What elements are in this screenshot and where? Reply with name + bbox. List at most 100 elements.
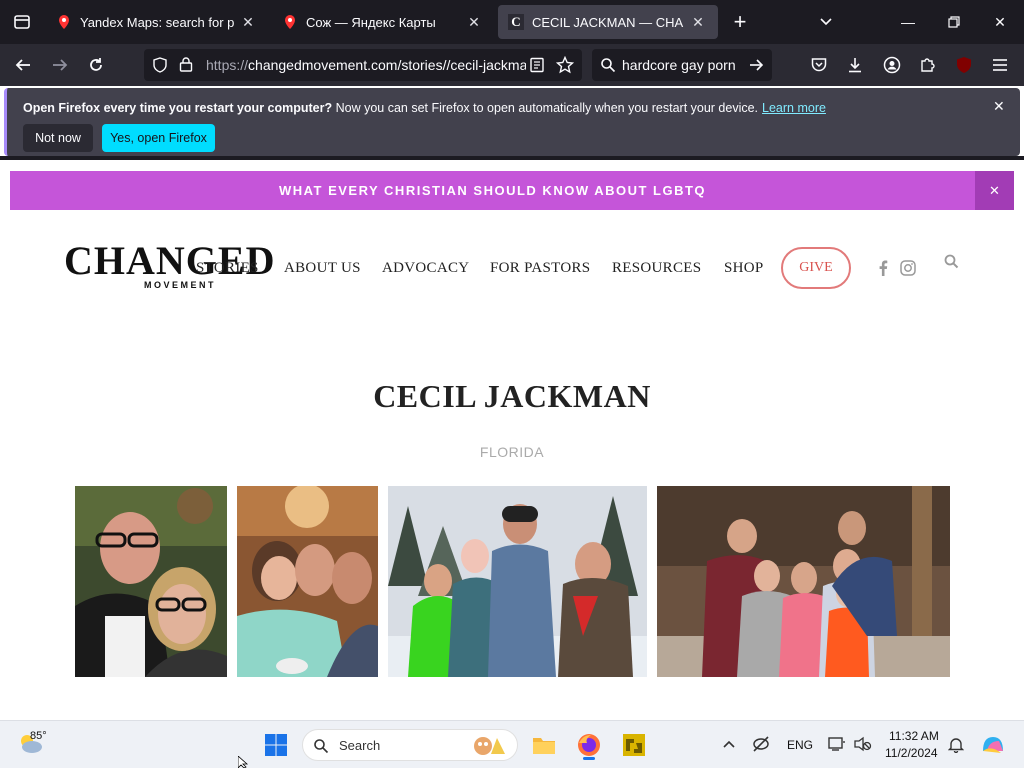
search-highlight-icon bbox=[474, 737, 505, 755]
facebook-icon[interactable] bbox=[878, 260, 888, 280]
new-tab-button[interactable]: + bbox=[728, 8, 752, 36]
display-icon[interactable] bbox=[828, 736, 846, 755]
url-scheme: https:// bbox=[206, 57, 249, 73]
close-tab-icon[interactable]: ✕ bbox=[688, 14, 708, 31]
page-title: CECIL JACKMAN bbox=[373, 378, 651, 414]
tab-sozh-yandex[interactable]: Сож — Яндекс Карты ✕ bbox=[272, 5, 494, 39]
copilot-icon bbox=[983, 737, 1003, 753]
nav-link-about[interactable]: ABOUT US bbox=[284, 260, 361, 277]
tab-cecil-jackman[interactable]: C CECIL JACKMAN — CHANGED ✕ bbox=[498, 5, 718, 39]
weather-temperature: 85° bbox=[30, 730, 47, 742]
list-all-tabs-button[interactable] bbox=[814, 10, 838, 34]
reader-view-icon[interactable] bbox=[529, 57, 545, 73]
yes-open-firefox-button[interactable]: Yes, open Firefox bbox=[102, 124, 215, 152]
url-host-path: changedmovement.com/stories//cecil-jackm… bbox=[248, 57, 526, 73]
language-indicator[interactable]: ENG bbox=[787, 738, 813, 752]
map-pin-icon bbox=[285, 15, 295, 29]
announcement-banner[interactable]: WHAT EVERY CHRISTIAN SHOULD KNOW ABOUT L… bbox=[10, 171, 1014, 210]
reload-icon bbox=[90, 58, 102, 71]
shield-icon[interactable] bbox=[152, 57, 168, 73]
go-arrow-icon[interactable] bbox=[748, 57, 764, 73]
photo-couple bbox=[75, 486, 227, 677]
nav-link-shop[interactable]: SHOP bbox=[724, 260, 764, 277]
restore-button[interactable] bbox=[942, 10, 966, 34]
back-button[interactable] bbox=[10, 52, 36, 78]
tab-yandex-maps[interactable]: Yandex Maps: search for places ✕ bbox=[46, 5, 268, 39]
file-explorer-button[interactable] bbox=[530, 731, 558, 759]
show-hidden-icons-button[interactable] bbox=[722, 737, 736, 754]
close-banner-button[interactable]: ✕ bbox=[975, 171, 1014, 210]
notification-text: Now you can set Firefox to open automati… bbox=[332, 101, 759, 115]
mouse-cursor-icon bbox=[238, 756, 249, 768]
start-button[interactable] bbox=[262, 731, 290, 759]
ublock-button[interactable] bbox=[951, 52, 977, 78]
nav-link-stories[interactable]: STORIES bbox=[196, 260, 259, 277]
site-search-icon[interactable] bbox=[944, 254, 959, 273]
search-bar[interactable]: hardcore gay porn bbox=[592, 49, 772, 81]
reload-button[interactable] bbox=[83, 52, 109, 78]
ublock-shield-icon bbox=[957, 57, 971, 73]
firefox-view-button[interactable] bbox=[0, 0, 44, 44]
close-notification-icon[interactable]: ✕ bbox=[993, 98, 1005, 115]
nav-link-advocacy[interactable]: ADVOCACY bbox=[382, 260, 469, 277]
app-menu-button[interactable] bbox=[987, 52, 1013, 78]
learn-more-link[interactable]: Learn more bbox=[762, 101, 826, 115]
weather-widget[interactable]: 85° bbox=[16, 729, 47, 762]
nav-link-pastors[interactable]: FOR PASTORS bbox=[490, 260, 590, 277]
search-query-text[interactable]: hardcore gay porn bbox=[622, 57, 736, 73]
photo-family-restaurant bbox=[237, 486, 378, 677]
folder-icon bbox=[533, 738, 555, 754]
lock-icon[interactable] bbox=[178, 56, 194, 73]
active-app-indicator bbox=[583, 757, 595, 760]
tab-title: Сож — Яндекс Карты bbox=[306, 14, 436, 30]
close-tab-icon[interactable]: ✕ bbox=[464, 14, 484, 31]
firefox-taskbar-button[interactable] bbox=[575, 731, 603, 760]
tab-title: CECIL JACKMAN — CHANGED bbox=[532, 14, 684, 30]
instagram-icon[interactable] bbox=[900, 260, 916, 280]
navigation-toolbar: https://changedmovement.com/stories//cec… bbox=[0, 44, 1024, 104]
tab-strip: Yandex Maps: search for places ✕ Сож — Я… bbox=[0, 0, 1024, 44]
site-logo[interactable]: CHANGED MOVEMENT bbox=[64, 238, 294, 291]
pocket-button[interactable] bbox=[806, 52, 832, 78]
close-tab-icon[interactable]: ✕ bbox=[238, 14, 258, 31]
tab-title: Yandex Maps: search for places bbox=[80, 14, 234, 30]
taskbar-search-box[interactable]: Search bbox=[302, 729, 518, 761]
default-browser-notification: Open Firefox every time you restart your… bbox=[4, 88, 1020, 156]
close-window-button[interactable]: ✕ bbox=[988, 10, 1012, 34]
account-icon bbox=[883, 56, 901, 74]
extensions-button[interactable] bbox=[915, 52, 941, 78]
account-button[interactable] bbox=[879, 52, 905, 78]
copilot-button[interactable] bbox=[979, 731, 1007, 759]
firefox-view-icon bbox=[14, 15, 30, 29]
bookmark-star-icon[interactable] bbox=[556, 56, 574, 74]
map-pin-icon bbox=[59, 15, 69, 29]
notifications-bell-icon[interactable] bbox=[947, 736, 965, 756]
not-now-button[interactable]: Not now bbox=[23, 124, 93, 152]
chevron-down-icon bbox=[820, 18, 832, 26]
url-text[interactable]: https://changedmovement.com/stories//cec… bbox=[206, 57, 526, 73]
taskbar-search-label: Search bbox=[339, 738, 381, 753]
nav-link-resources[interactable]: RESOURCES bbox=[612, 260, 701, 277]
banner-text[interactable]: WHAT EVERY CHRISTIAN SHOULD KNOW ABOUT L… bbox=[10, 183, 975, 198]
photo-family-snow bbox=[388, 486, 647, 677]
clock-date[interactable]: 11/2/2024 bbox=[885, 746, 938, 760]
downloads-button[interactable] bbox=[842, 52, 868, 78]
app-taskbar-button[interactable] bbox=[620, 731, 648, 759]
network-status-icon[interactable] bbox=[752, 736, 770, 755]
arrow-left-icon bbox=[15, 59, 30, 71]
windows-taskbar: 85° Search ENG 11:32 AM 11/2/2024 bbox=[0, 720, 1024, 768]
url-bar[interactable]: https://changedmovement.com/stories//cec… bbox=[144, 49, 582, 81]
pocket-icon bbox=[811, 58, 827, 72]
hamburger-menu-icon bbox=[993, 59, 1007, 71]
forward-button[interactable] bbox=[47, 52, 73, 78]
firefox-icon bbox=[578, 734, 600, 756]
clock-time[interactable]: 11:32 AM bbox=[889, 729, 939, 743]
notification-bold-text: Open Firefox every time you restart your… bbox=[23, 101, 333, 115]
puzzle-icon bbox=[921, 58, 935, 72]
give-button[interactable]: GIVE bbox=[781, 247, 851, 289]
photo-family-village bbox=[657, 486, 950, 677]
minimize-button[interactable]: — bbox=[896, 10, 920, 34]
speaker-muted-icon[interactable] bbox=[854, 736, 872, 755]
location-label: FLORIDA bbox=[479, 444, 545, 460]
logo-wordmark: CHANGED bbox=[64, 238, 276, 283]
